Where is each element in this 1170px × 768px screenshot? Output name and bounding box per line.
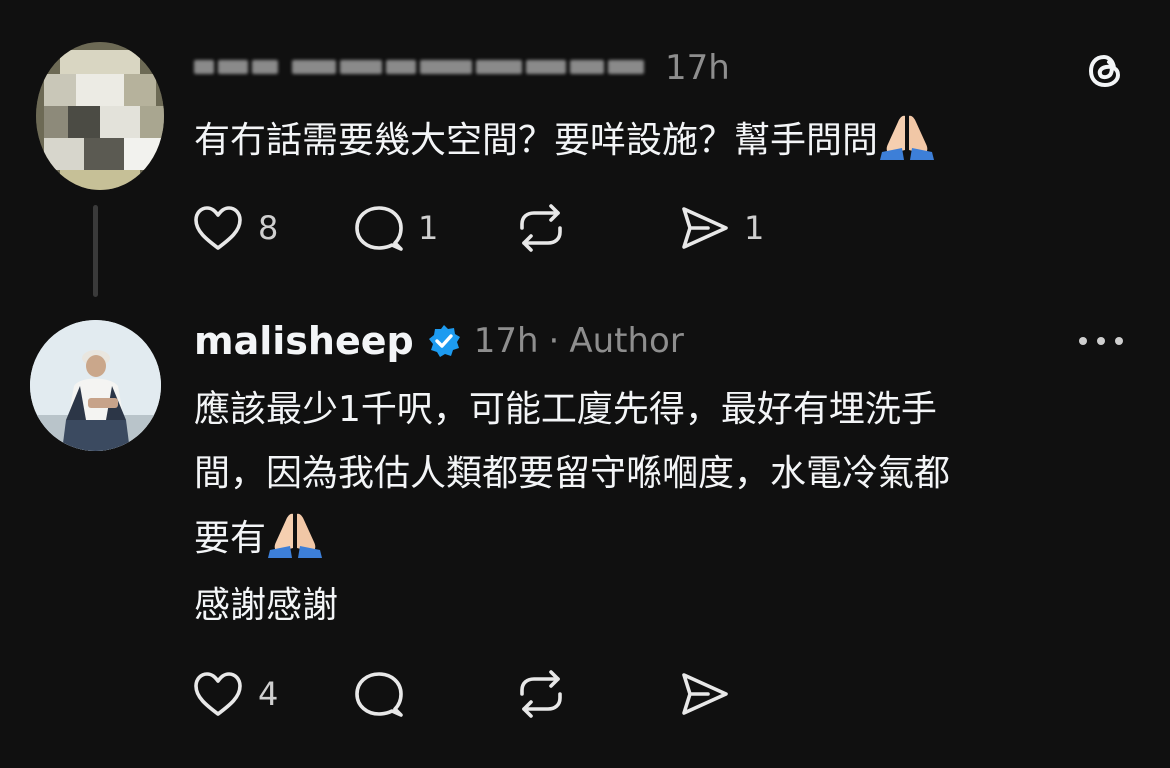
post-text: 有冇話需要幾大空間？要咩設施？幫手問問 bbox=[194, 108, 936, 171]
comment-bubble-icon bbox=[355, 672, 403, 717]
author-badge: Author bbox=[569, 321, 684, 361]
post-text-line-1: 應該最少1千呎，可能工廈先得，最好有埋洗手 bbox=[194, 389, 937, 430]
reply-count: 1 bbox=[418, 209, 439, 247]
like-count: 4 bbox=[258, 675, 279, 713]
post-actions: 8 1 1 bbox=[192, 200, 796, 256]
send-icon bbox=[682, 207, 728, 249]
post-header: malisheep 17h · Author bbox=[194, 318, 684, 364]
post-actions: 4 bbox=[192, 666, 796, 722]
post-text-line-2: 間，因為我估人類都要留守喺嗰度，水電冷氣都 bbox=[194, 453, 951, 494]
reply-button[interactable] bbox=[352, 666, 440, 722]
post-text-line-4: 感謝感謝 bbox=[194, 585, 339, 626]
post-time: 17h bbox=[665, 48, 730, 88]
post-text-line-3: 要有 bbox=[194, 506, 324, 569]
share-count: 1 bbox=[744, 209, 765, 247]
like-count: 8 bbox=[258, 209, 279, 247]
avatar[interactable] bbox=[36, 42, 164, 190]
heart-icon bbox=[194, 672, 242, 716]
meta-separator: · bbox=[548, 321, 560, 361]
thread-connector-line bbox=[93, 205, 98, 297]
threads-logo-icon[interactable] bbox=[1082, 48, 1128, 94]
username-obscured[interactable] bbox=[194, 52, 644, 82]
repost-button[interactable] bbox=[514, 666, 604, 722]
post-text-content: 有冇話需要幾大空間？要咩設施？幫手問問 bbox=[194, 120, 879, 161]
repost-button[interactable] bbox=[514, 200, 604, 256]
like-button[interactable]: 8 bbox=[192, 200, 280, 256]
like-button[interactable]: 4 bbox=[192, 666, 280, 722]
folded-hands-icon bbox=[880, 115, 935, 160]
verified-badge-icon bbox=[428, 325, 460, 357]
author-username[interactable]: malisheep bbox=[194, 319, 414, 363]
post-text-line-3-content: 要有 bbox=[194, 518, 267, 559]
avatar[interactable] bbox=[30, 320, 161, 451]
comment-bubble-icon bbox=[355, 206, 403, 251]
repost-icon bbox=[520, 670, 562, 718]
folded-hands-icon bbox=[268, 513, 323, 558]
threads-view: 17h 有冇話需要幾大空間？要咩設施？幫手問問 8 1 1 malisheep … bbox=[0, 0, 1170, 768]
repost-icon bbox=[520, 204, 562, 252]
share-button[interactable]: 1 bbox=[678, 200, 766, 256]
profile-photo bbox=[30, 320, 161, 451]
share-button[interactable] bbox=[678, 666, 766, 722]
post-time: 17h bbox=[473, 321, 539, 361]
send-icon bbox=[682, 673, 728, 715]
reply-button[interactable]: 1 bbox=[352, 200, 440, 256]
heart-icon bbox=[194, 206, 242, 250]
more-options-icon[interactable] bbox=[1079, 328, 1123, 354]
